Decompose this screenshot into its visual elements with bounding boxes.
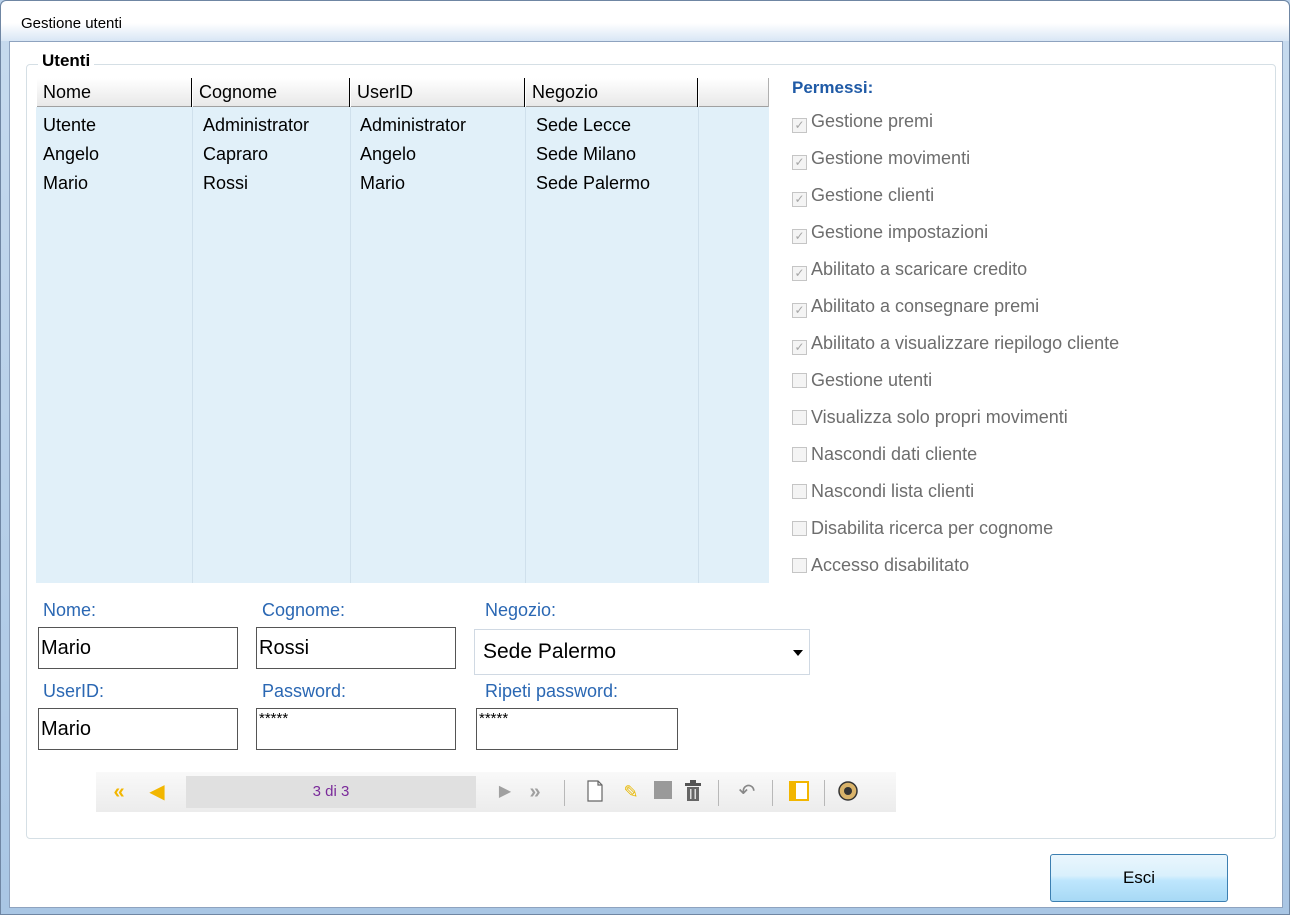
grid-header: Nome Cognome UserID Negozio xyxy=(36,78,769,107)
perm-label: Accesso disabilitato xyxy=(811,555,970,575)
previous-record-icon[interactable]: ◀ xyxy=(146,780,168,804)
password-label: Password: xyxy=(262,681,347,701)
chevron-down-icon[interactable] xyxy=(793,650,803,656)
perm-gestione-movimenti[interactable]: ✓ Gestione movimenti xyxy=(792,148,970,172)
checkbox-icon[interactable] xyxy=(792,558,807,573)
perm-label: Abilitato a consegnare premi xyxy=(811,296,1040,316)
client-area: Utenti Nome Cognome UserID Negozio Utent… xyxy=(9,41,1283,908)
checkbox-icon[interactable] xyxy=(792,521,807,536)
perm-scaricare-credito[interactable]: ✓ Abilitato a scaricare credito xyxy=(792,259,1027,283)
checkbox-icon[interactable]: ✓ xyxy=(792,266,807,281)
nome-field[interactable]: Mario xyxy=(38,627,238,669)
ripeti-password-label: Ripeti password: xyxy=(485,681,619,701)
refresh-icon[interactable] xyxy=(836,780,858,804)
perm-accesso-disabilitato[interactable]: Accesso disabilitato xyxy=(792,555,969,579)
password-field[interactable]: ***** xyxy=(256,708,456,750)
cell-userid: Administrator xyxy=(360,115,467,135)
ripeti-password-field[interactable]: ***** xyxy=(476,708,678,750)
exit-button[interactable]: Esci xyxy=(1050,854,1228,902)
checkbox-icon[interactable]: ✓ xyxy=(792,340,807,355)
toolbar-separator xyxy=(824,780,825,806)
column-header-filler xyxy=(698,78,769,107)
first-record-icon[interactable]: « xyxy=(108,780,130,804)
checkbox-icon[interactable] xyxy=(792,373,807,388)
checkbox-icon[interactable]: ✓ xyxy=(792,229,807,244)
bookmark-icon[interactable] xyxy=(788,780,810,804)
table-row[interactable]: Mario Rossi Mario Sede Palermo xyxy=(36,169,769,198)
perm-label: Visualizza solo propri movimenti xyxy=(811,407,1068,427)
perm-label: Nascondi dati cliente xyxy=(811,444,978,464)
cognome-field[interactable]: Rossi xyxy=(256,627,456,669)
cell-cognome: Administrator xyxy=(203,115,310,135)
toolbar-separator xyxy=(564,780,565,806)
window: Gestione utenti Utenti Nome Cognome User… xyxy=(0,0,1290,915)
table-row[interactable]: Utente Administrator Administrator Sede … xyxy=(36,111,769,140)
perm-solo-propri-movimenti[interactable]: Visualizza solo propri movimenti xyxy=(792,407,1068,431)
perm-label: Gestione impostazioni xyxy=(811,222,989,242)
new-record-icon[interactable] xyxy=(584,780,606,804)
cell-cognome: Rossi xyxy=(203,173,249,193)
perm-label: Gestione clienti xyxy=(811,185,935,205)
cell-nome: Utente xyxy=(43,115,97,135)
perm-nascondi-dati[interactable]: Nascondi dati cliente xyxy=(792,444,977,468)
column-header-nome[interactable]: Nome xyxy=(36,78,192,107)
cell-negozio: Sede Lecce xyxy=(536,115,632,135)
perm-label: Gestione premi xyxy=(811,111,934,131)
cognome-label: Cognome: xyxy=(262,600,346,620)
cell-userid: Angelo xyxy=(360,144,417,164)
negozio-select[interactable]: Sede Palermo xyxy=(474,629,810,675)
checkbox-icon[interactable]: ✓ xyxy=(792,118,807,133)
checkbox-icon[interactable] xyxy=(792,447,807,462)
toolbar-separator xyxy=(718,780,719,806)
cell-nome: Angelo xyxy=(43,144,100,164)
undo-icon[interactable]: ↶ xyxy=(736,780,758,804)
perm-label: Disabilita ricerca per cognome xyxy=(811,518,1054,538)
perm-label: Gestione movimenti xyxy=(811,148,971,168)
record-counter: 3 di 3 xyxy=(186,776,476,808)
perm-gestione-premi[interactable]: ✓ Gestione premi xyxy=(792,111,933,135)
perm-gestione-clienti[interactable]: ✓ Gestione clienti xyxy=(792,185,934,209)
perm-label: Abilitato a scaricare credito xyxy=(811,259,1028,279)
checkbox-icon[interactable]: ✓ xyxy=(792,303,807,318)
title-bar[interactable]: Gestione utenti xyxy=(1,1,1289,41)
cell-userid: Mario xyxy=(360,173,406,193)
negozio-label: Negozio: xyxy=(485,600,557,620)
save-record-icon[interactable] xyxy=(652,780,674,804)
toolbar-separator xyxy=(772,780,773,806)
perm-label: Abilitato a visualizzare riepilogo clien… xyxy=(811,333,1120,353)
column-header-userid[interactable]: UserID xyxy=(350,78,525,107)
checkbox-icon[interactable] xyxy=(792,410,807,425)
record-navigator: « ◀ 3 di 3 ▶ » ✎ ↶ xyxy=(96,772,896,812)
next-record-icon[interactable]: ▶ xyxy=(494,780,516,804)
window-title: Gestione utenti xyxy=(21,15,122,32)
table-row[interactable]: Angelo Capraro Angelo Sede Milano xyxy=(36,140,769,169)
perm-nascondi-lista[interactable]: Nascondi lista clienti xyxy=(792,481,974,505)
nome-label: Nome: xyxy=(43,600,97,620)
users-legend: Utenti xyxy=(38,51,95,71)
permissions-title: Permessi: xyxy=(792,78,874,97)
perm-gestione-utenti[interactable]: Gestione utenti xyxy=(792,370,932,394)
perm-disabilita-ricerca[interactable]: Disabilita ricerca per cognome xyxy=(792,518,1053,542)
perm-gestione-impostazioni[interactable]: ✓ Gestione impostazioni xyxy=(792,222,988,246)
perm-consegnare-premi[interactable]: ✓ Abilitato a consegnare premi xyxy=(792,296,1039,320)
column-header-negozio[interactable]: Negozio xyxy=(525,78,698,107)
users-grid[interactable]: Nome Cognome UserID Negozio Utente Admin… xyxy=(36,78,769,583)
cell-negozio: Sede Milano xyxy=(536,144,637,164)
cell-negozio: Sede Palermo xyxy=(536,173,651,193)
perm-riepilogo-cliente[interactable]: ✓ Abilitato a visualizzare riepilogo clie… xyxy=(792,333,1119,357)
delete-record-icon[interactable] xyxy=(682,780,704,804)
negozio-selected-value: Sede Palermo xyxy=(483,640,617,663)
userid-field[interactable]: Mario xyxy=(38,708,238,750)
checkbox-icon[interactable]: ✓ xyxy=(792,155,807,170)
perm-label: Gestione utenti xyxy=(811,370,933,390)
cell-cognome: Capraro xyxy=(203,144,269,164)
checkbox-icon[interactable]: ✓ xyxy=(792,192,807,207)
edit-record-icon[interactable]: ✎ xyxy=(620,780,642,804)
last-record-icon[interactable]: » xyxy=(524,780,546,804)
cell-nome: Mario xyxy=(43,173,89,193)
userid-label: UserID: xyxy=(43,681,105,701)
checkbox-icon[interactable] xyxy=(792,484,807,499)
perm-label: Nascondi lista clienti xyxy=(811,481,975,501)
column-header-cognome[interactable]: Cognome xyxy=(192,78,350,107)
